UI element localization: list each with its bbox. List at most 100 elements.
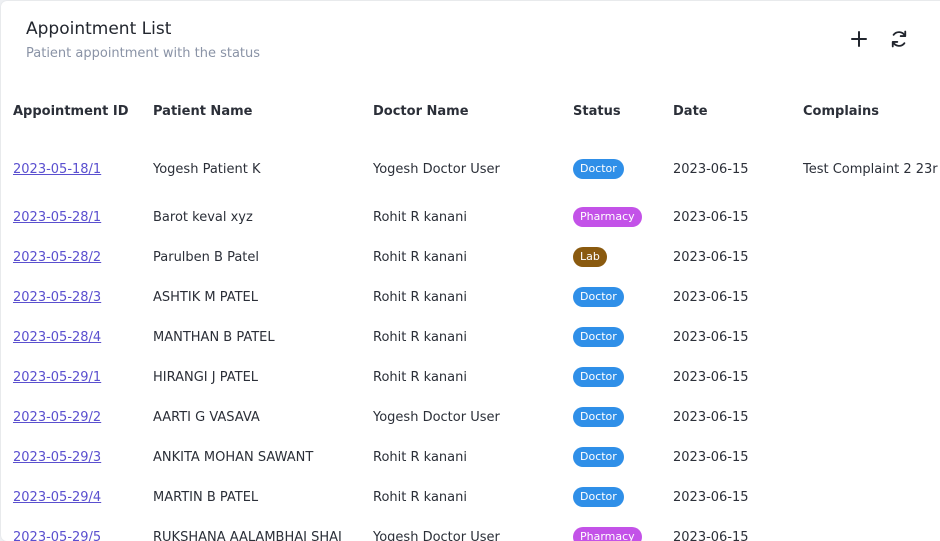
complains-cell [791,357,940,397]
table-row: 2023-05-28/4MANTHAN B PATELRohit R kanan… [1,317,940,357]
appointment-id-link[interactable]: 2023-05-28/2 [13,250,101,265]
patient-name-cell: HIRANGI J PATEL [141,357,361,397]
table-row: 2023-05-29/4 MARTIN B PATELRohit R kanani… [1,477,940,517]
card-header: Appointment List Patient appointment wit… [1,1,940,81]
doctor-name-cell: Yogesh Doctor User [361,133,561,197]
status-cell: Doctor [561,133,661,197]
date-cell: 2023-06-15 [661,477,791,517]
appointment-id-cell: 2023-05-18/1 [1,133,141,197]
doctor-name-cell: Rohit R kanani [361,477,561,517]
table-row: 2023-05-28/3 ASHTIK M PATELRohit R kanani… [1,277,940,317]
date-cell: 2023-06-15 [661,517,791,541]
complains-cell [791,517,940,541]
appointment-id-cell: 2023-05-28/3 [1,277,141,317]
table-row: 2023-05-28/1 Barot keval xyzRohit R kanan… [1,197,940,237]
patient-name-cell: AARTI G VASAVA [141,397,361,437]
page-subtitle: Patient appointment with the status [26,46,260,61]
patient-name-cell: Yogesh Patient K [141,133,361,197]
appointment-id-link[interactable]: 2023-05-29/2 [13,410,101,425]
refresh-button[interactable] [887,27,911,51]
status-badge: Doctor [573,367,624,387]
status-cell: Doctor [561,317,661,357]
appointment-id-cell: 2023-05-28/1 [1,197,141,237]
appointment-id-cell: 2023-05-29/1 [1,357,141,397]
status-cell: Doctor [561,477,661,517]
status-badge: Doctor [573,159,624,179]
table-row: 2023-05-29/2 AARTI G VASAVAYogesh Doctor … [1,397,940,437]
doctor-name-cell: Rohit R kanani [361,357,561,397]
patient-name-cell: ASHTIK M PATEL [141,277,361,317]
table-row: 2023-05-29/5 RUKSHANA AALAMBHAI SHAIYoges… [1,517,940,541]
patient-name-cell: MARTIN B PATEL [141,477,361,517]
status-cell: Doctor [561,397,661,437]
status-cell: Pharmacy [561,517,661,541]
appointment-id-cell: 2023-05-29/4 [1,477,141,517]
plus-icon [851,31,867,47]
add-appointment-button[interactable] [847,27,871,51]
complains-cell [791,317,940,357]
complains-cell [791,197,940,237]
status-badge: Doctor [573,487,624,507]
column-header-appointment-id[interactable]: Appointment ID [1,91,141,133]
appointment-id-cell: 2023-05-29/3 [1,437,141,477]
status-badge: Doctor [573,407,624,427]
appointment-table: Appointment ID Patient Name Doctor Name … [1,91,940,541]
patient-name-cell: Barot keval xyz [141,197,361,237]
status-badge: Doctor [573,447,624,467]
date-cell: 2023-06-15 [661,237,791,277]
appointment-id-link[interactable]: 2023-05-28/4 [13,330,101,345]
status-cell: Pharmacy [561,197,661,237]
complains-cell [791,477,940,517]
patient-name-cell: MANTHAN B PATEL [141,317,361,357]
appointment-id-link[interactable]: 2023-05-18/1 [13,162,101,177]
appointment-id-link[interactable]: 2023-05-29/3 [13,450,101,465]
status-cell: Doctor [561,277,661,317]
patient-name-cell: RUKSHANA AALAMBHAI SHAI [141,517,361,541]
date-cell: 2023-06-15 [661,133,791,197]
doctor-name-cell: Yogesh Doctor User [361,397,561,437]
appointment-id-cell: 2023-05-28/4 [1,317,141,357]
complains-cell [791,397,940,437]
status-badge: Doctor [573,287,624,307]
status-cell: Doctor [561,437,661,477]
appointment-id-link[interactable]: 2023-05-29/5 [13,530,101,541]
date-cell: 2023-06-15 [661,317,791,357]
status-badge: Doctor [573,327,624,347]
complains-cell [791,437,940,477]
date-cell: 2023-06-15 [661,277,791,317]
column-header-date[interactable]: Date [661,91,791,133]
refresh-icon [889,29,909,49]
appointment-id-link[interactable]: 2023-05-29/1 [13,370,101,385]
table-row: 2023-05-18/1 Yogesh Patient KYogesh Docto… [1,133,940,197]
date-cell: 2023-06-15 [661,197,791,237]
column-header-status[interactable]: Status [561,91,661,133]
date-cell: 2023-06-15 [661,397,791,437]
appointment-id-cell: 2023-05-28/2 [1,237,141,277]
appointment-id-link[interactable]: 2023-05-28/1 [13,210,101,225]
table-header-row: Appointment ID Patient Name Doctor Name … [1,91,940,133]
appointment-id-cell: 2023-05-29/2 [1,397,141,437]
date-cell: 2023-06-15 [661,437,791,477]
doctor-name-cell: Yogesh Doctor User [361,517,561,541]
column-header-patient-name[interactable]: Patient Name [141,91,361,133]
table-row: 2023-05-29/1 HIRANGI J PATELRohit R kanan… [1,357,940,397]
status-badge: Lab [573,247,607,267]
date-cell: 2023-06-15 [661,357,791,397]
status-badge: Pharmacy [573,527,642,541]
table-row: 2023-05-29/3 ANKITA MOHAN SAWANTRohit R k… [1,437,940,477]
page-title: Appointment List [26,19,171,39]
appointment-id-link[interactable]: 2023-05-28/3 [13,290,101,305]
doctor-name-cell: Rohit R kanani [361,437,561,477]
doctor-name-cell: Rohit R kanani [361,237,561,277]
doctor-name-cell: Rohit R kanani [361,197,561,237]
complains-cell [791,277,940,317]
doctor-name-cell: Rohit R kanani [361,277,561,317]
complains-cell [791,237,940,277]
appointment-id-link[interactable]: 2023-05-29/4 [13,490,101,505]
column-header-doctor-name[interactable]: Doctor Name [361,91,561,133]
status-badge: Pharmacy [573,207,642,227]
status-cell: Lab [561,237,661,277]
column-header-complains[interactable]: Complains [791,91,940,133]
patient-name-cell: ANKITA MOHAN SAWANT [141,437,361,477]
appointment-id-cell: 2023-05-29/5 [1,517,141,541]
